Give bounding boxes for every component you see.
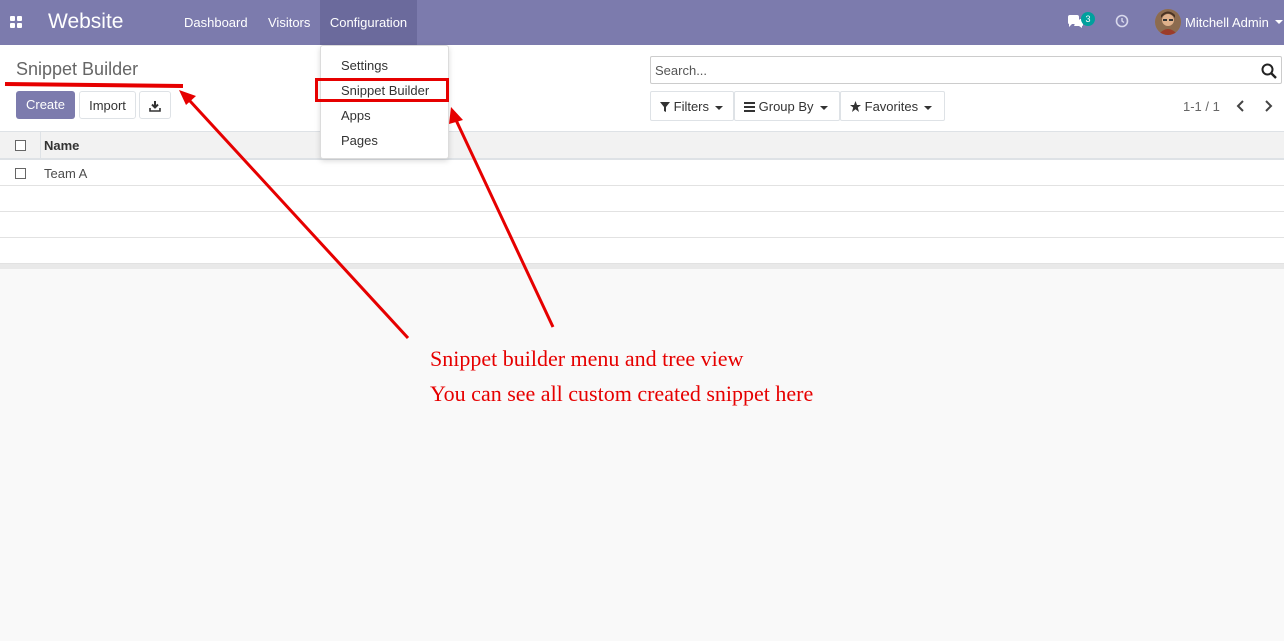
empty-row [0,186,1284,212]
list-footer [0,264,1284,269]
table-row[interactable]: Team A [0,160,1284,186]
top-navbar: Website Dashboard Visitors Configuration… [0,0,1284,45]
empty-row [0,212,1284,238]
list-header: Name [0,132,1284,160]
annotation-highlight-box [315,78,449,102]
caret-down-icon [924,105,933,110]
select-all-checkbox[interactable] [15,140,26,151]
search-input[interactable] [655,63,1245,78]
annotation-line-2: You can see all custom created snippet h… [430,381,814,406]
dropdown-item-apps[interactable]: Apps [341,108,371,123]
annotation-line-1: Snippet builder menu and tree view [430,346,744,371]
favorites-button[interactable]: Favorites [840,91,945,121]
user-name[interactable]: Mitchell Admin [1185,15,1269,30]
download-button[interactable] [139,91,171,119]
control-panel: Snippet Builder Create Import Filters Gr… [0,45,1284,132]
filter-icon [660,102,670,112]
caret-down-icon [715,105,724,110]
group-by-button[interactable]: Group By [734,91,840,121]
column-header-name[interactable]: Name [44,138,79,153]
chevron-right-icon[interactable] [1261,98,1275,114]
search-icon[interactable] [1261,63,1277,79]
app-title[interactable]: Website [48,10,123,34]
create-button[interactable]: Create [16,91,75,119]
apps-grid-icon[interactable] [10,16,22,28]
tree-view: Name Team A [0,132,1284,269]
menu-configuration[interactable]: Configuration [320,0,417,45]
filters-button[interactable]: Filters [650,91,734,121]
column-divider [40,132,41,160]
favorites-label: Favorites [864,99,919,114]
star-icon [850,101,861,112]
bars-icon [744,102,755,112]
chevron-left-icon[interactable] [1234,98,1248,114]
chat-count-badge: 3 [1081,12,1095,26]
clock-icon[interactable] [1115,14,1129,28]
user-menu-caret-icon[interactable] [1275,20,1283,24]
filters-label: Filters [673,99,710,114]
configuration-dropdown: Settings Snippet Builder Apps Pages [320,45,449,159]
menu-visitors[interactable]: Visitors [258,0,320,45]
breadcrumb: Snippet Builder [16,59,139,79]
import-button[interactable]: Import [79,91,136,119]
cell-name[interactable]: Team A [44,166,87,181]
menu-dashboard[interactable]: Dashboard [174,0,258,45]
dropdown-item-pages[interactable]: Pages [341,133,378,148]
search-box [650,56,1282,84]
row-checkbox[interactable] [15,168,26,179]
empty-row [0,238,1284,264]
dropdown-item-settings[interactable]: Settings [341,58,388,73]
user-avatar[interactable] [1155,9,1181,35]
download-icon [149,101,161,112]
pager-value[interactable]: 1-1 / 1 [1183,99,1220,114]
group-by-label: Group By [758,99,814,114]
caret-down-icon [819,105,828,110]
